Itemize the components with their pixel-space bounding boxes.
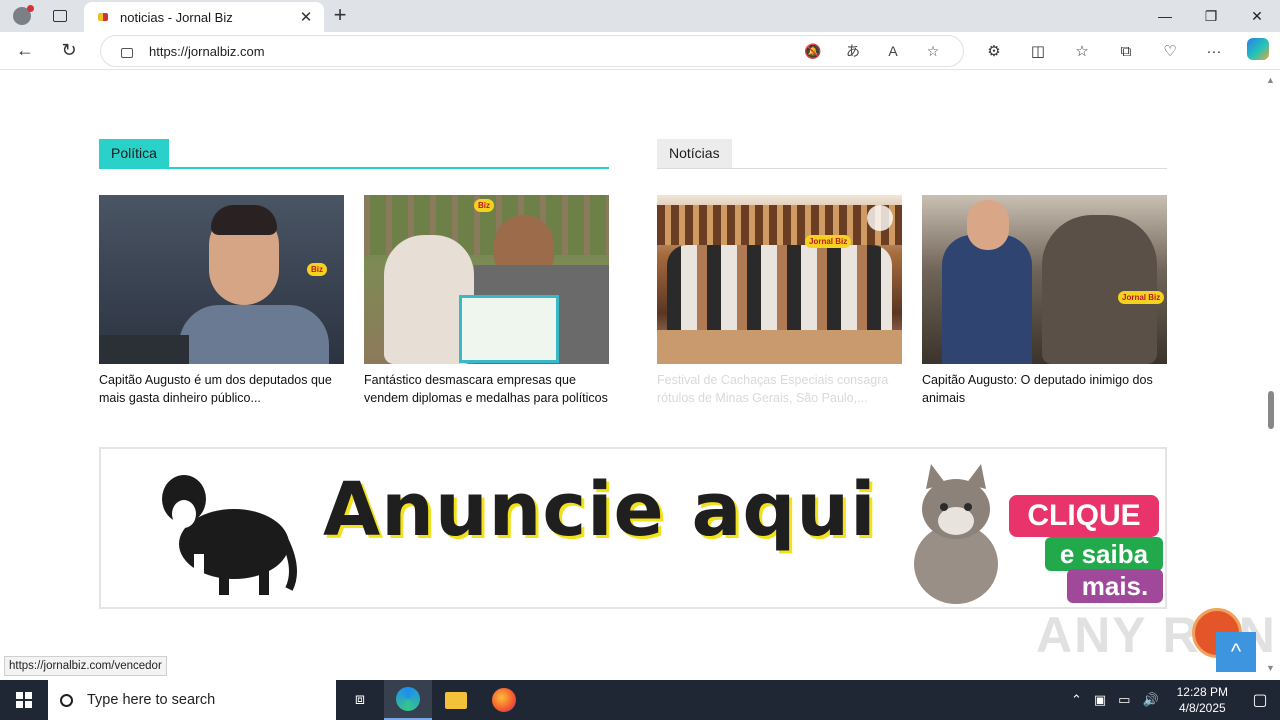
windows-logo-icon — [16, 692, 32, 708]
section-divider — [657, 168, 1167, 169]
profile-avatar-icon[interactable] — [0, 0, 44, 32]
windows-taskbar: Type here to search ⧈ ⌃ ▣ ▭ 🔊 12:28 PM 4… — [0, 680, 1280, 720]
notifications-blocked-icon[interactable]: 🔕 — [793, 43, 833, 60]
news-title[interactable]: Fantástico desmascara empresas que vende… — [364, 371, 609, 407]
new-tab-button[interactable]: + — [328, 4, 352, 28]
news-card[interactable]: Jornal Biz Capitão Augusto: O deputado i… — [922, 195, 1167, 407]
back-to-top-button[interactable]: ^ — [1216, 632, 1256, 672]
section-label-politica[interactable]: Política — [99, 139, 169, 168]
scroll-down-icon[interactable]: ▼ — [1266, 663, 1275, 673]
section-noticias: Notícias — [657, 139, 1167, 169]
read-aloud-icon[interactable]: A — [873, 43, 913, 59]
copilot-icon[interactable] — [1236, 38, 1280, 64]
clock-time: 12:28 PM — [1176, 685, 1228, 699]
tray-overflow-icon[interactable]: ⌃ — [1071, 692, 1082, 708]
minimize-button[interactable]: — — [1142, 0, 1188, 32]
site-favicon-icon — [98, 13, 108, 21]
status-link-preview: https://jornalbiz.com/vencedor — [4, 656, 167, 676]
clock-date: 4/8/2025 — [1178, 701, 1226, 715]
collections-icon[interactable]: ⧉ — [1104, 43, 1148, 60]
split-screen-icon[interactable]: ◫ — [1016, 42, 1060, 60]
section-politica: Política — [99, 139, 609, 169]
tab-close-icon[interactable]: ✕ — [294, 8, 318, 26]
extensions-icon[interactable]: ⚙ — [972, 42, 1016, 60]
network-icon[interactable]: ▭ — [1118, 692, 1130, 708]
watermark-badge: Jornal Biz — [805, 235, 852, 248]
watermark-badge: Biz — [307, 263, 327, 276]
start-button[interactable] — [0, 680, 48, 720]
browser-toolbar: ← ↻ https://jornalbiz.com 🔕 あ A ☆ ⚙ ◫ ☆ … — [0, 32, 1280, 70]
news-title[interactable]: Capitão Augusto: O deputado inimigo dos … — [922, 371, 1167, 407]
web-page: Política Notícias Biz Capitão Augusto é … — [0, 71, 1262, 677]
browser-titlebar: noticias - Jornal Biz ✕ + — ❐ ✕ — [0, 0, 1280, 32]
banner-cta-subline[interactable]: mais. — [1067, 569, 1163, 603]
page-scrollbar[interactable]: ▲ ▼ — [1262, 71, 1280, 677]
news-card[interactable]: Jornal Biz Festival de Cachaças Especiai… — [657, 195, 902, 407]
task-view-icon[interactable]: ⧈ — [336, 680, 384, 720]
visual-search-icon[interactable] — [867, 205, 893, 231]
browser-essentials-icon[interactable]: ♡ — [1148, 42, 1192, 60]
scroll-up-icon[interactable]: ▲ — [1266, 75, 1275, 85]
news-thumbnail[interactable]: Biz — [99, 195, 344, 364]
search-icon — [60, 693, 73, 707]
edge-taskbar-icon[interactable] — [384, 680, 432, 720]
news-thumbnail[interactable]: Jornal Biz — [922, 195, 1167, 364]
news-card[interactable]: Biz Capitão Augusto é um dos deputados q… — [99, 195, 344, 407]
news-thumbnail[interactable]: Biz — [364, 195, 609, 364]
banner-cta-subline[interactable]: e saiba — [1045, 537, 1163, 571]
dog-illustration — [162, 475, 297, 595]
address-bar[interactable]: https://jornalbiz.com 🔕 あ A ☆ — [100, 35, 964, 67]
translate-icon[interactable]: あ — [833, 41, 873, 61]
favorite-star-icon[interactable]: ☆ — [913, 43, 953, 60]
banner-cta-button[interactable]: CLIQUE — [1009, 495, 1159, 537]
firefox-icon[interactable] — [480, 680, 528, 720]
lock-icon[interactable] — [121, 48, 133, 58]
tab-title: noticias - Jornal Biz — [120, 9, 233, 25]
file-explorer-icon[interactable] — [432, 680, 480, 720]
tab-actions-icon[interactable] — [44, 0, 76, 32]
news-thumbnail[interactable]: Jornal Biz — [657, 195, 902, 364]
restore-button[interactable]: ❐ — [1188, 0, 1234, 32]
scrollbar-thumb[interactable] — [1268, 391, 1274, 429]
device-icon[interactable]: ▣ — [1094, 692, 1106, 708]
notifications-icon[interactable]: ▢ — [1240, 690, 1280, 710]
close-window-button[interactable]: ✕ — [1234, 0, 1280, 32]
ad-banner[interactable]: Anuncie aqui CLIQUE e saiba mais. — [99, 447, 1167, 609]
news-title[interactable]: Capitão Augusto é um dos deputados que m… — [99, 371, 344, 407]
refresh-button[interactable]: ↻ — [50, 35, 88, 67]
system-tray: ⌃ ▣ ▭ 🔊 12:28 PM 4/8/2025 ▢ — [1065, 680, 1280, 720]
volume-icon[interactable]: 🔊 — [1142, 692, 1158, 708]
browser-tab-active[interactable]: noticias - Jornal Biz ✕ — [84, 2, 324, 32]
banner-headline: Anuncie aqui — [323, 467, 877, 553]
back-button[interactable]: ← — [6, 35, 44, 67]
section-label-noticias[interactable]: Notícias — [657, 139, 732, 168]
section-divider — [99, 167, 609, 169]
favorites-icon[interactable]: ☆ — [1060, 42, 1104, 60]
address-url[interactable]: https://jornalbiz.com — [149, 44, 793, 59]
news-title[interactable]: Festival de Cachaças Especiais consagra … — [657, 371, 902, 407]
search-placeholder[interactable]: Type here to search — [87, 692, 215, 708]
watermark-badge: Biz — [474, 199, 494, 212]
taskbar-clock[interactable]: 12:28 PM 4/8/2025 — [1177, 684, 1228, 716]
watermark-badge: Jornal Biz — [1118, 291, 1165, 304]
taskbar-search-box[interactable]: Type here to search — [48, 680, 336, 720]
news-card[interactable]: Biz Fantástico desmascara empresas que v… — [364, 195, 609, 407]
cat-illustration — [914, 464, 998, 604]
settings-more-icon[interactable]: ··· — [1192, 43, 1236, 60]
